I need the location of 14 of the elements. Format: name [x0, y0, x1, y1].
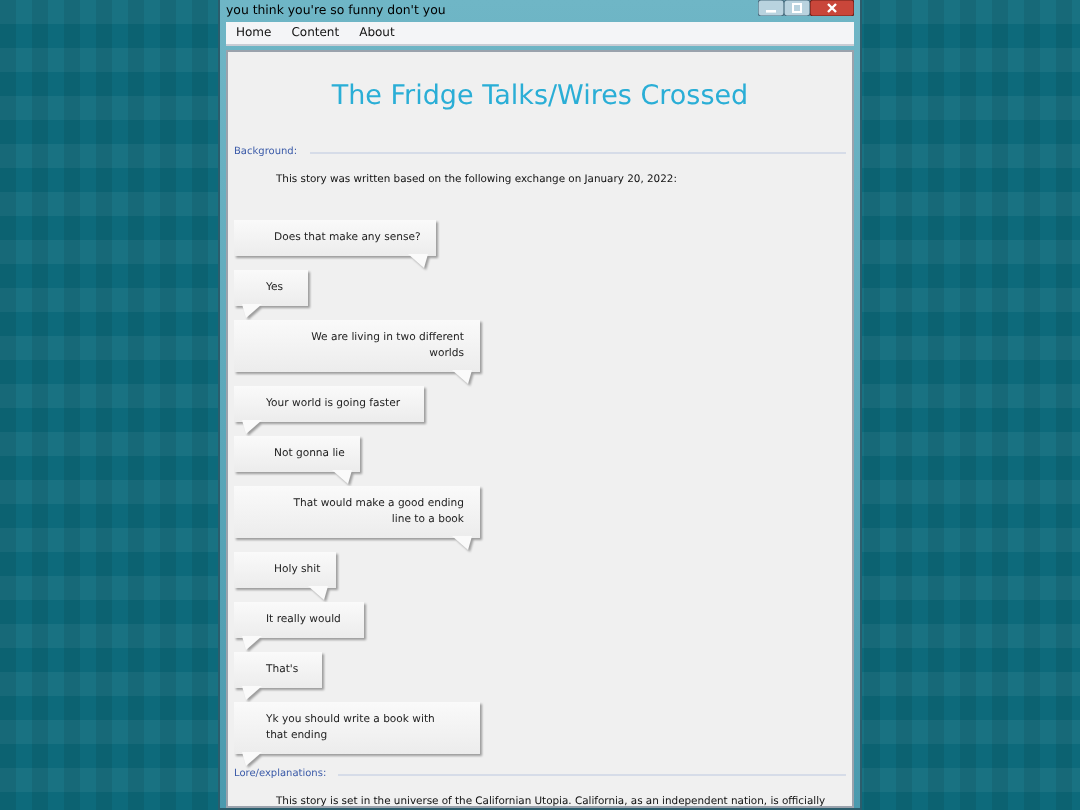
- bubble-tail-icon: [452, 536, 472, 550]
- close-icon[interactable]: [810, 0, 854, 16]
- maximize-icon[interactable]: [784, 0, 810, 16]
- bubble-tail-icon: [308, 586, 329, 600]
- bubble-tail-icon: [242, 686, 262, 700]
- bubble-tail-icon: [242, 304, 262, 318]
- bubble-tail-icon: [332, 470, 353, 484]
- bubble-tail-icon: [242, 636, 262, 650]
- page-title: The Fridge Talks/Wires Crossed: [331, 80, 749, 112]
- bubble-tail-icon: [452, 370, 472, 384]
- bubble-tail-icon: [408, 254, 429, 268]
- bubble-tail-icon: [242, 752, 262, 766]
- minimize-icon[interactable]: [758, 0, 784, 16]
- bubble-tail-icon: [242, 420, 262, 434]
